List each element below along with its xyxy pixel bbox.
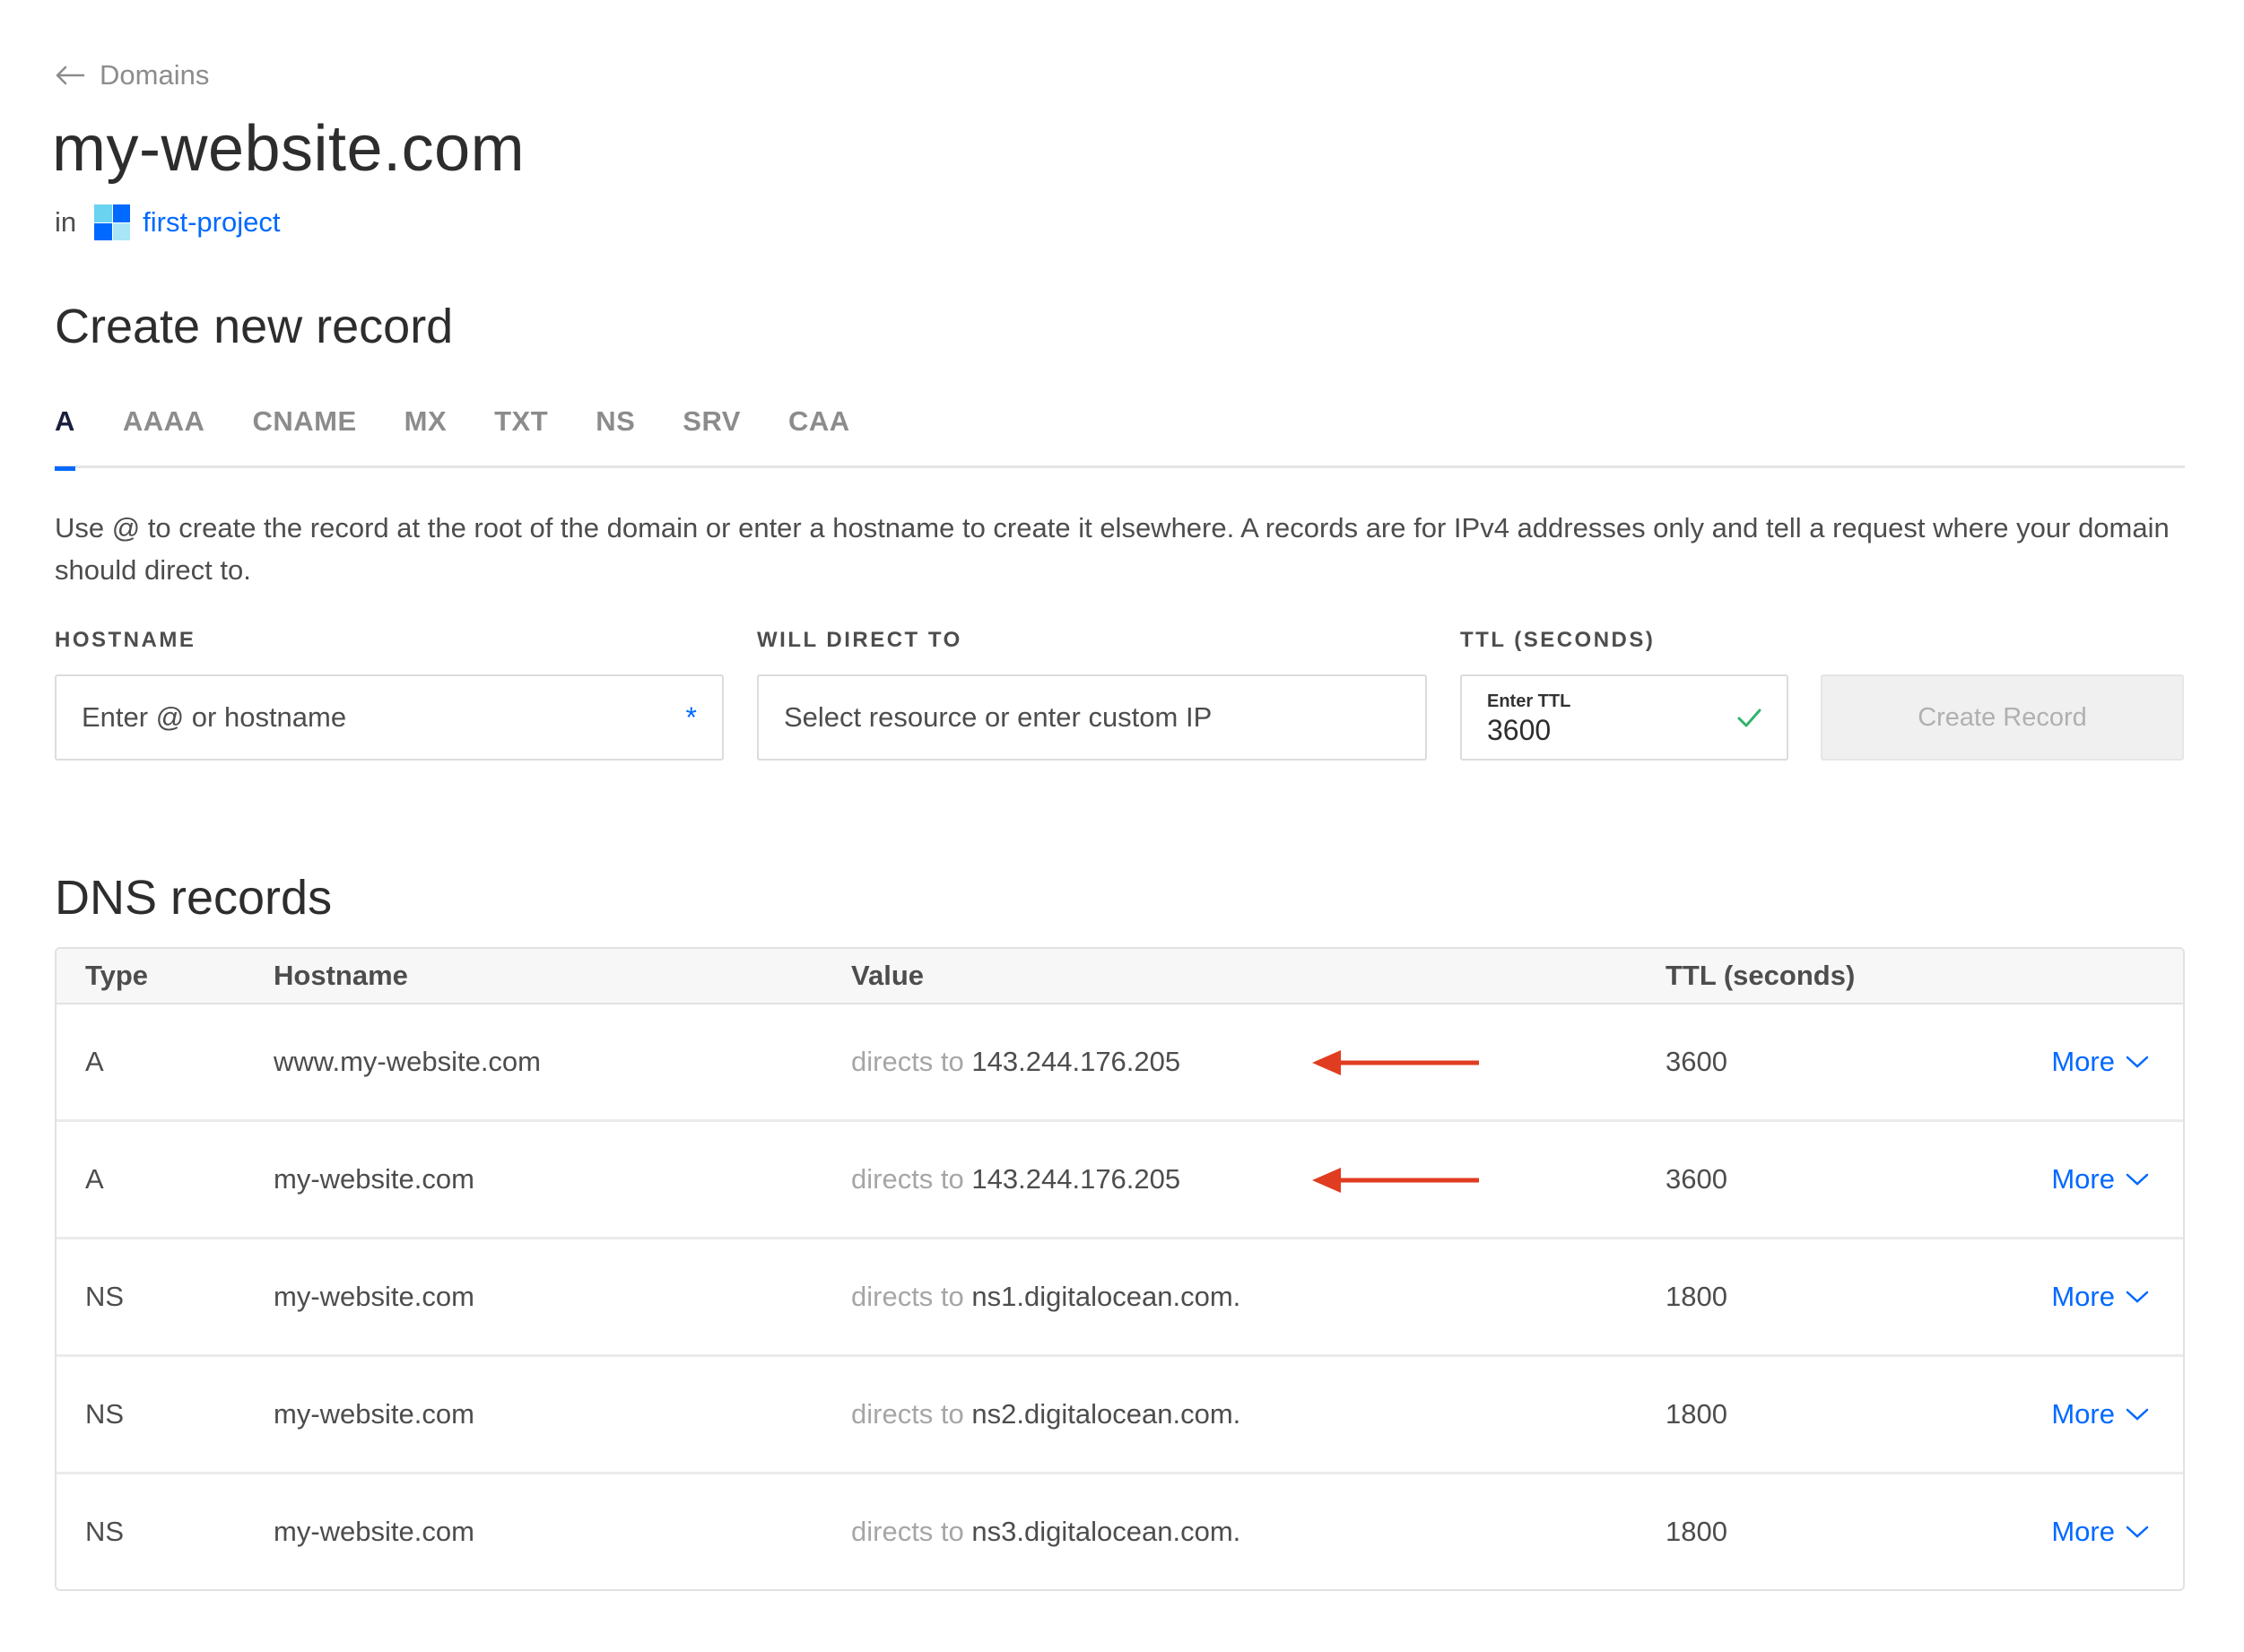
breadcrumb-label: Domains [100, 59, 210, 91]
tab-cname[interactable]: CNAME [252, 400, 356, 468]
tab-txt[interactable]: TXT [494, 400, 548, 468]
record-hostname: my-website.com [274, 1163, 474, 1195]
direct-to-placeholder: Select resource or enter custom IP [784, 701, 1213, 733]
column-type: Type [85, 960, 149, 991]
red-arrow-icon [1312, 1168, 1479, 1193]
chevron-down-icon [2126, 1173, 2149, 1186]
chevron-down-icon [2126, 1408, 2149, 1421]
more-label: More [2051, 1516, 2115, 1547]
required-marker: * [685, 700, 697, 734]
dns-records-heading: DNS records [55, 871, 333, 925]
ttl-input[interactable]: Enter TTL 3600 [1460, 674, 1788, 761]
tab-srv[interactable]: SRV [683, 400, 741, 468]
hostname-label: HOSTNAME [55, 628, 196, 652]
record-hostname: my-website.com [274, 1398, 474, 1430]
page: Domains my-website.com in first-project … [0, 0, 2244, 1652]
more-label: More [2051, 1281, 2115, 1312]
column-value: Value [851, 960, 924, 991]
create-record-heading: Create new record [55, 300, 454, 353]
table-header: Type Hostname Value TTL (seconds) [57, 949, 2183, 1004]
record-value-text: ns3.digitalocean.com. [971, 1516, 1241, 1547]
record-ttl: 3600 [1666, 1163, 1727, 1195]
record-value: directs to 143.244.176.205 [851, 1046, 1180, 1078]
red-arrow-icon [1312, 1050, 1479, 1075]
more-label: More [2051, 1398, 2115, 1430]
more-button[interactable]: More [2051, 1046, 2149, 1078]
record-type: A [85, 1163, 104, 1195]
record-type: NS [85, 1281, 125, 1312]
record-type: A [85, 1046, 104, 1077]
direct-to-label: WILL DIRECT TO [757, 628, 962, 652]
breadcrumb-domains[interactable]: Domains [55, 59, 209, 91]
dns-records-table: Type Hostname Value TTL (seconds) A www.… [55, 947, 2185, 1591]
arrow-left-icon [56, 65, 85, 85]
directs-to-label: directs to [851, 1398, 964, 1430]
check-icon [1737, 709, 1761, 727]
tab-caa[interactable]: CAA [788, 400, 850, 468]
ttl-inner-label: Enter TTL [1487, 691, 1571, 711]
table-row: A my-website.com directs to 143.244.176.… [57, 1122, 2183, 1239]
column-ttl: TTL (seconds) [1666, 960, 1856, 991]
more-label: More [2051, 1163, 2115, 1195]
record-value-text: 143.244.176.205 [971, 1046, 1181, 1077]
ttl-value: 3600 [1487, 714, 1552, 746]
tab-aaaa[interactable]: AAAA [123, 400, 205, 468]
tab-a[interactable]: A [55, 400, 75, 471]
direct-to-input[interactable]: Select resource or enter custom IP [757, 674, 1427, 761]
record-value: directs to 143.244.176.205 [851, 1163, 1180, 1196]
record-hostname: my-website.com [274, 1281, 474, 1312]
more-button[interactable]: More [2051, 1398, 2149, 1430]
table-row: NS my-website.com directs to ns1.digital… [57, 1239, 2183, 1357]
table-row: NS my-website.com directs to ns2.digital… [57, 1357, 2183, 1474]
record-type: NS [85, 1398, 125, 1430]
chevron-down-icon [2126, 1291, 2149, 1303]
record-type-tabs: A AAAA CNAME MX TXT NS SRV CAA [55, 400, 2185, 471]
more-label: More [2051, 1046, 2115, 1077]
project-line: in first-project [55, 204, 280, 240]
table-row: A www.my-website.com directs to 143.244.… [57, 1004, 2183, 1122]
directs-to-label: directs to [851, 1516, 964, 1547]
record-ttl: 3600 [1666, 1046, 1727, 1077]
directs-to-label: directs to [851, 1281, 964, 1312]
more-button[interactable]: More [2051, 1281, 2149, 1313]
column-hostname: Hostname [274, 960, 408, 991]
directs-to-label: directs to [851, 1046, 964, 1077]
help-text: Use @ to create the record at the root o… [55, 512, 2170, 586]
project-icon [94, 204, 131, 240]
ttl-label: TTL (SECONDS) [1460, 628, 1656, 652]
record-hostname: my-website.com [274, 1516, 474, 1547]
tab-mx[interactable]: MX [404, 400, 448, 468]
record-value-text: ns2.digitalocean.com. [971, 1398, 1241, 1430]
more-button[interactable]: More [2051, 1163, 2149, 1196]
record-value-text: 143.244.176.205 [971, 1163, 1181, 1195]
record-ttl: 1800 [1666, 1281, 1727, 1312]
chevron-down-icon [2126, 1056, 2149, 1068]
record-value: directs to ns2.digitalocean.com. [851, 1398, 1240, 1430]
record-value: directs to ns1.digitalocean.com. [851, 1281, 1240, 1313]
record-ttl: 1800 [1666, 1398, 1727, 1430]
project-in-label: in [55, 206, 77, 238]
table-row: NS my-website.com directs to ns3.digital… [57, 1474, 2183, 1589]
directs-to-label: directs to [851, 1163, 964, 1195]
chevron-down-icon [2126, 1526, 2149, 1538]
project-link[interactable]: first-project [143, 206, 280, 239]
record-type: NS [85, 1516, 125, 1547]
tab-ns[interactable]: NS [596, 400, 635, 468]
page-title: my-website.com [52, 113, 526, 185]
hostname-placeholder: Enter @ or hostname [82, 701, 347, 733]
create-record-button[interactable]: Create Record [1821, 674, 2184, 761]
record-value-text: ns1.digitalocean.com. [971, 1281, 1241, 1312]
more-button[interactable]: More [2051, 1516, 2149, 1548]
record-ttl: 1800 [1666, 1516, 1727, 1547]
record-hostname: www.my-website.com [274, 1046, 541, 1077]
record-value: directs to ns3.digitalocean.com. [851, 1516, 1240, 1548]
hostname-input[interactable]: Enter @ or hostname * [55, 674, 724, 761]
